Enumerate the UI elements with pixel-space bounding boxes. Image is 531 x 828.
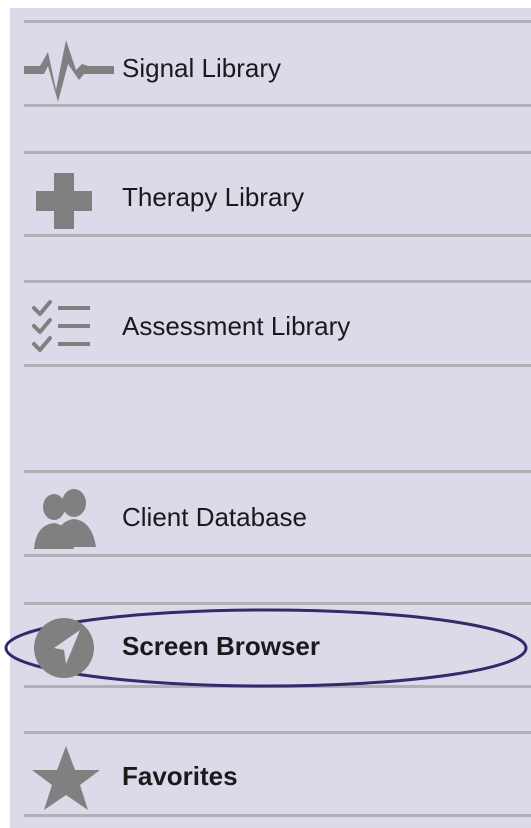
divider — [24, 364, 531, 367]
compass-arrow-icon — [24, 608, 124, 684]
divider — [24, 731, 531, 734]
nav-item-label: Signal Library — [122, 53, 281, 83]
divider — [24, 280, 531, 283]
navigation-panel: Signal Library Therapy Library Assessmen… — [4, 8, 531, 828]
nav-item-label: Favorites — [122, 761, 238, 791]
users-icon — [24, 479, 124, 555]
divider — [24, 151, 531, 154]
nav-item-screen-browser[interactable]: Screen Browser — [4, 608, 531, 688]
checklist-icon — [24, 288, 124, 364]
nav-item-label: Client Database — [122, 502, 307, 532]
nav-item-label: Therapy Library — [122, 182, 305, 212]
nav-item-signal-library[interactable]: Signal Library — [10, 30, 531, 106]
nav-item-label: Assessment Library — [122, 311, 351, 341]
divider — [24, 602, 531, 605]
nav-item-label: Screen Browser — [122, 631, 320, 661]
pulse-icon — [24, 30, 124, 106]
nav-item-favorites[interactable]: Favorites — [10, 738, 531, 814]
nav-item-therapy-library[interactable]: Therapy Library — [10, 159, 531, 235]
divider — [24, 814, 531, 817]
divider — [24, 685, 531, 688]
divider — [24, 20, 531, 23]
cross-icon — [24, 159, 124, 235]
nav-item-assessment-library[interactable]: Assessment Library — [10, 288, 531, 364]
star-icon — [24, 738, 124, 814]
divider — [24, 470, 531, 473]
nav-item-client-database[interactable]: Client Database — [10, 479, 531, 555]
